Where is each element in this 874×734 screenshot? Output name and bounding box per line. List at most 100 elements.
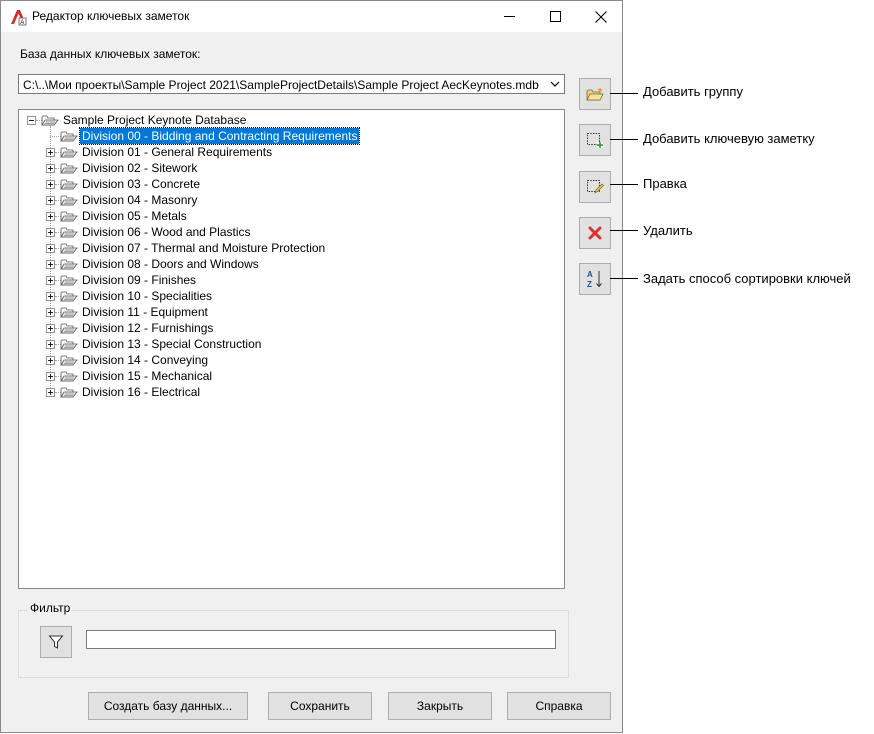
svg-text:A: A: [20, 20, 24, 26]
filter-input[interactable]: [86, 630, 556, 649]
folder-icon: [60, 179, 78, 190]
tree-item-label: Division 04 - Masonry: [82, 193, 198, 207]
tree-item[interactable]: Division 15 - Mechanical: [19, 368, 559, 384]
filter-button[interactable]: [40, 626, 72, 658]
expand-icon[interactable]: [46, 372, 55, 381]
tree-item[interactable]: Division 16 - Electrical: [19, 384, 559, 400]
tree-item-label: Division 08 - Doors and Windows: [82, 257, 259, 271]
callout-line: [610, 139, 638, 140]
tree-item[interactable]: Division 03 - Concrete: [19, 176, 559, 192]
folder-icon: [60, 243, 78, 254]
maximize-button[interactable]: [532, 1, 578, 32]
tree-item-label: Division 12 - Furnishings: [82, 321, 214, 335]
window-title: Редактор ключевых заметок: [32, 9, 190, 23]
folder-icon: [60, 195, 78, 206]
expand-icon[interactable]: [46, 164, 55, 173]
close-icon: [595, 10, 607, 23]
callout-sort: Задать способ сортировки ключей: [643, 271, 851, 286]
expand-icon[interactable]: [46, 388, 55, 397]
tree-item[interactable]: Division 09 - Finishes: [19, 272, 559, 288]
callout-line: [610, 93, 638, 94]
tree-item[interactable]: Division 08 - Doors and Windows: [19, 256, 559, 272]
tree-item-label: Division 10 - Specialities: [82, 289, 213, 303]
callout-line: [610, 184, 638, 185]
expand-icon[interactable]: [46, 308, 55, 317]
tree-item-label: Division 06 - Wood and Plastics: [82, 225, 251, 239]
add-keynote-button[interactable]: [579, 124, 611, 156]
database-label: База данных ключевых заметок:: [20, 47, 201, 61]
save-button[interactable]: Сохранить: [268, 692, 372, 720]
add-folder-icon: [586, 87, 604, 101]
add-keynote-icon: [587, 133, 603, 148]
expand-icon[interactable]: [46, 228, 55, 237]
tree-item-label: Division 15 - Mechanical: [82, 369, 213, 383]
folder-icon: [60, 339, 78, 350]
create-database-button[interactable]: Создать базу данных...: [88, 692, 248, 720]
tree-item[interactable]: Division 02 - Sitework: [19, 160, 559, 176]
expand-icon[interactable]: [46, 148, 55, 157]
tree-item[interactable]: Division 04 - Masonry: [19, 192, 559, 208]
tree-root-row[interactable]: Sample Project Keynote Database: [19, 112, 559, 128]
sort-button[interactable]: A Z: [579, 263, 611, 295]
tree-item[interactable]: Division 07 - Thermal and Moisture Prote…: [19, 240, 559, 256]
funnel-icon: [48, 635, 64, 649]
expand-icon[interactable]: [46, 212, 55, 221]
callout-delete: Удалить: [643, 223, 693, 238]
expand-icon[interactable]: [46, 340, 55, 349]
add-group-button[interactable]: [579, 78, 611, 110]
help-button[interactable]: Справка: [507, 692, 611, 720]
callout-add-group: Добавить группу: [643, 84, 743, 99]
expand-icon[interactable]: [46, 324, 55, 333]
close-button[interactable]: Закрыть: [388, 692, 492, 720]
tree-item[interactable]: Division 05 - Metals: [19, 208, 559, 224]
tree-root-label: Sample Project Keynote Database: [63, 113, 247, 127]
folder-icon: [60, 147, 78, 158]
folder-icon: [60, 163, 78, 174]
folder-icon: [60, 291, 78, 302]
edit-pencil-icon: [587, 180, 604, 194]
expand-icon[interactable]: [46, 276, 55, 285]
folder-icon: [60, 275, 78, 286]
keynote-editor-window: A Редактор ключевых заметок База данных …: [0, 0, 623, 733]
callout-line: [610, 278, 638, 279]
folder-icon: [60, 211, 78, 222]
delete-button[interactable]: [579, 217, 611, 249]
tree-item-label: Division 02 - Sitework: [82, 161, 198, 175]
chevron-down-icon[interactable]: [550, 79, 560, 89]
keynote-tree[interactable]: Sample Project Keynote Database Division …: [18, 109, 565, 589]
filter-label: Фильтр: [28, 601, 73, 615]
folder-icon: [60, 259, 78, 270]
tree-item-label: Division 11 - Equipment: [82, 305, 208, 319]
expand-icon[interactable]: [46, 196, 55, 205]
minimize-icon: [503, 16, 515, 17]
edit-button[interactable]: [579, 171, 611, 203]
tree-item[interactable]: Division 00 - Bidding and Contracting Re…: [19, 127, 559, 145]
folder-icon: [60, 131, 78, 142]
tree-item-label: Division 13 - Special Construction: [82, 337, 262, 351]
expand-icon[interactable]: [46, 180, 55, 189]
callout-edit: Правка: [643, 176, 687, 191]
tree-item[interactable]: Division 13 - Special Construction: [19, 336, 559, 352]
tree-item[interactable]: Division 06 - Wood and Plastics: [19, 224, 559, 240]
database-path-combobox[interactable]: C:\..\Мои проекты\Sample Project 2021\Sa…: [18, 74, 565, 94]
tree-item-label: Division 07 - Thermal and Moisture Prote…: [82, 241, 326, 255]
expand-icon[interactable]: [46, 244, 55, 253]
tree-item[interactable]: Division 12 - Furnishings: [19, 320, 559, 336]
title-bar: A Редактор ключевых заметок: [1, 1, 622, 32]
minimize-button[interactable]: [486, 1, 532, 32]
close-window-button[interactable]: [578, 1, 624, 32]
tree-item-label: Division 14 - Conveying: [82, 353, 209, 367]
delete-x-icon: [588, 226, 602, 240]
collapse-icon[interactable]: [27, 116, 36, 125]
expand-icon[interactable]: [46, 292, 55, 301]
tree-item[interactable]: Division 14 - Conveying: [19, 352, 559, 368]
tree-item[interactable]: Division 11 - Equipment: [19, 304, 559, 320]
tree-item-label: Division 00 - Bidding and Contracting Re…: [78, 127, 361, 145]
tree-item[interactable]: Division 10 - Specialities: [19, 288, 559, 304]
autocad-app-icon: A: [11, 10, 27, 26]
expand-icon[interactable]: [46, 356, 55, 365]
expand-icon[interactable]: [46, 260, 55, 269]
folder-icon: [60, 323, 78, 334]
tree-item[interactable]: Division 01 - General Requirements: [19, 144, 559, 160]
callout-line: [610, 230, 638, 231]
